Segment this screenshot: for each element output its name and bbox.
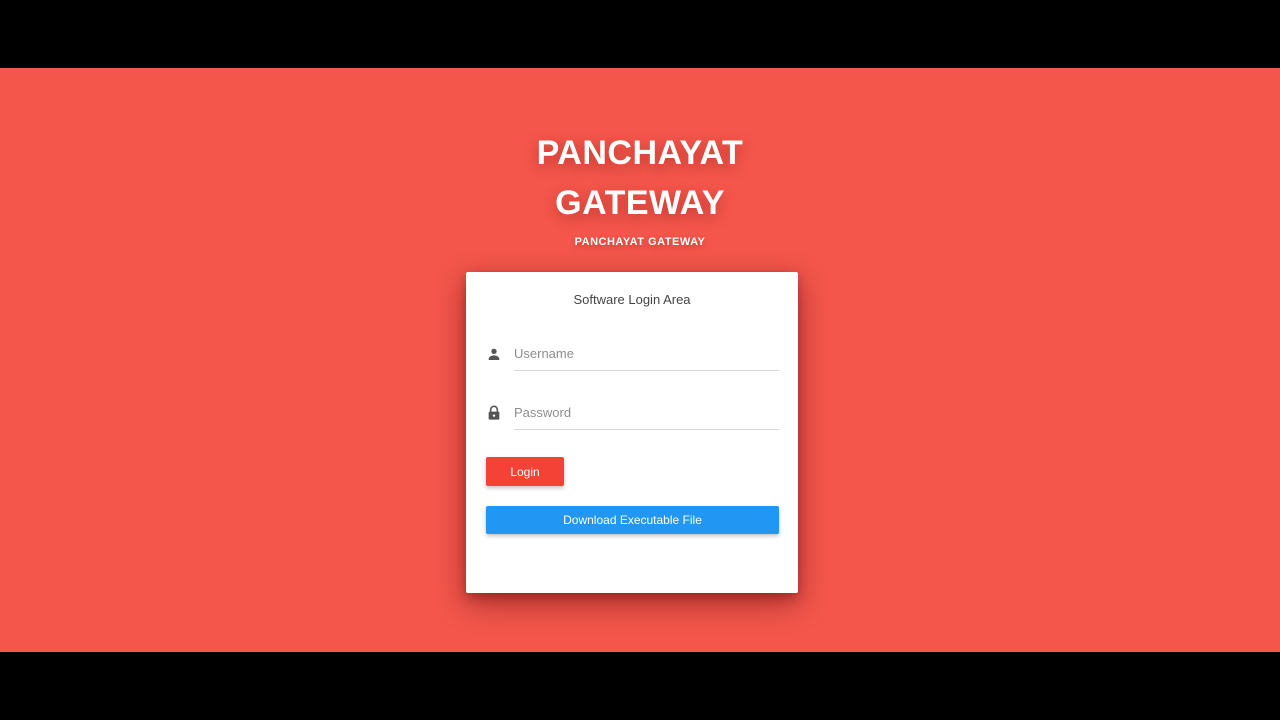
username-field-group [486, 336, 779, 372]
page-title-line-2: GATEWAY [555, 184, 725, 222]
username-input[interactable] [514, 336, 779, 371]
page-title: PANCHAYAT GATEWAY [440, 128, 840, 228]
login-page: PANCHAYAT GATEWAY PANCHAYAT GATEWAY Soft… [0, 68, 1280, 652]
letterbox-top-bar [0, 0, 1280, 68]
login-card: Software Login Area Login Download [466, 272, 798, 593]
password-field-group [486, 395, 779, 431]
page-subtitle: PANCHAYAT GATEWAY [574, 236, 706, 248]
page-title-line-1: PANCHAYAT [536, 134, 744, 172]
login-button[interactable]: Login [486, 457, 564, 486]
person-icon [486, 346, 502, 362]
login-card-heading: Software Login Area [573, 292, 691, 307]
download-executable-button[interactable]: Download Executable File [486, 506, 779, 534]
letterbox-bottom-bar [0, 652, 1280, 720]
password-input[interactable] [514, 395, 779, 430]
lock-icon [486, 405, 502, 421]
